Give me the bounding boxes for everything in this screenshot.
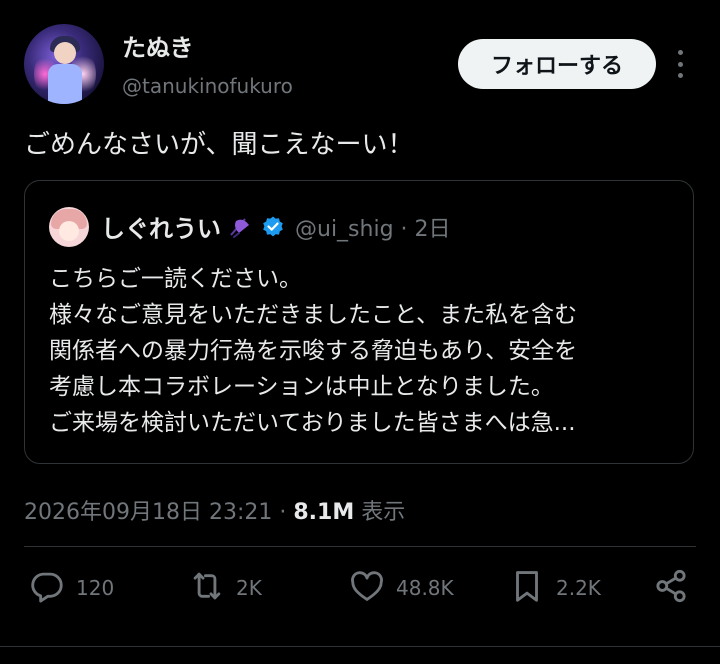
author-display-name[interactable]: たぬき xyxy=(122,28,194,63)
author-avatar[interactable] xyxy=(24,24,104,104)
reply-button[interactable]: 120 xyxy=(28,568,114,608)
tweet-text: ごめんなさいが、聞こえなーい！ xyxy=(24,130,414,160)
umbrella-icon xyxy=(225,213,253,241)
quoted-tweet-header: しぐれうい @ui_shig · 2日 xyxy=(101,209,451,244)
views-count: 8.1M xyxy=(293,500,355,525)
quoted-author-name[interactable]: しぐれうい xyxy=(101,209,221,244)
retweet-count: 2K xyxy=(236,576,262,600)
quoted-text-line: 関係者への暴力行為を示唆する脅迫もあり、安全を xyxy=(49,338,578,364)
quoted-tweet-card[interactable]: しぐれうい @ui_shig · 2日 こちらご一読ください。 様々なご意見をい… xyxy=(24,180,694,464)
views-label: 表示 xyxy=(354,500,406,525)
bookmark-button[interactable]: 2.2K xyxy=(508,568,601,608)
divider xyxy=(24,546,696,547)
follow-button[interactable]: フォローする xyxy=(458,39,656,89)
like-button[interactable]: 48.8K xyxy=(348,568,454,608)
quoted-author-avatar[interactable] xyxy=(49,207,89,247)
quoted-text-line: 様々なご意見をいただきましたこと、また私を含む xyxy=(49,302,578,328)
verified-badge-icon xyxy=(261,215,285,239)
heart-icon xyxy=(348,567,386,609)
like-count: 48.8K xyxy=(396,576,454,600)
avatar-art xyxy=(54,42,76,64)
author-handle[interactable]: @tanukinofukuro xyxy=(122,74,293,98)
quoted-text-line: 考慮し本コラボレーションは中止となりました。 xyxy=(49,374,554,400)
bookmark-icon xyxy=(508,567,546,609)
quoted-handle-and-time[interactable]: @ui_shig · 2日 xyxy=(295,211,451,243)
share-button[interactable] xyxy=(652,568,690,608)
retweet-button[interactable]: 2K xyxy=(188,568,262,608)
avatar-art xyxy=(48,64,82,104)
tweet-meta: 2026年09月18日 23:21 · 8.1M 表示 xyxy=(24,494,405,526)
quoted-tweet-text: こちらご一読ください。 様々なご意見をいただきましたこと、また私を含む 関係者へ… xyxy=(49,261,679,441)
retweet-icon xyxy=(188,567,226,609)
quoted-text-line: こちらご一読ください。 xyxy=(49,266,302,292)
divider xyxy=(0,646,720,647)
meta-separator: · xyxy=(272,500,294,525)
bookmark-count: 2.2K xyxy=(556,576,601,600)
tweet-timestamp[interactable]: 2026年09月18日 23:21 xyxy=(24,500,272,525)
reply-icon xyxy=(28,567,66,609)
share-icon xyxy=(652,567,690,609)
reply-count: 120 xyxy=(76,576,115,600)
more-dots-icon[interactable] xyxy=(668,50,692,78)
quoted-text-line: ご来場を検討いただいておりました皆さまへは急... xyxy=(49,410,576,436)
